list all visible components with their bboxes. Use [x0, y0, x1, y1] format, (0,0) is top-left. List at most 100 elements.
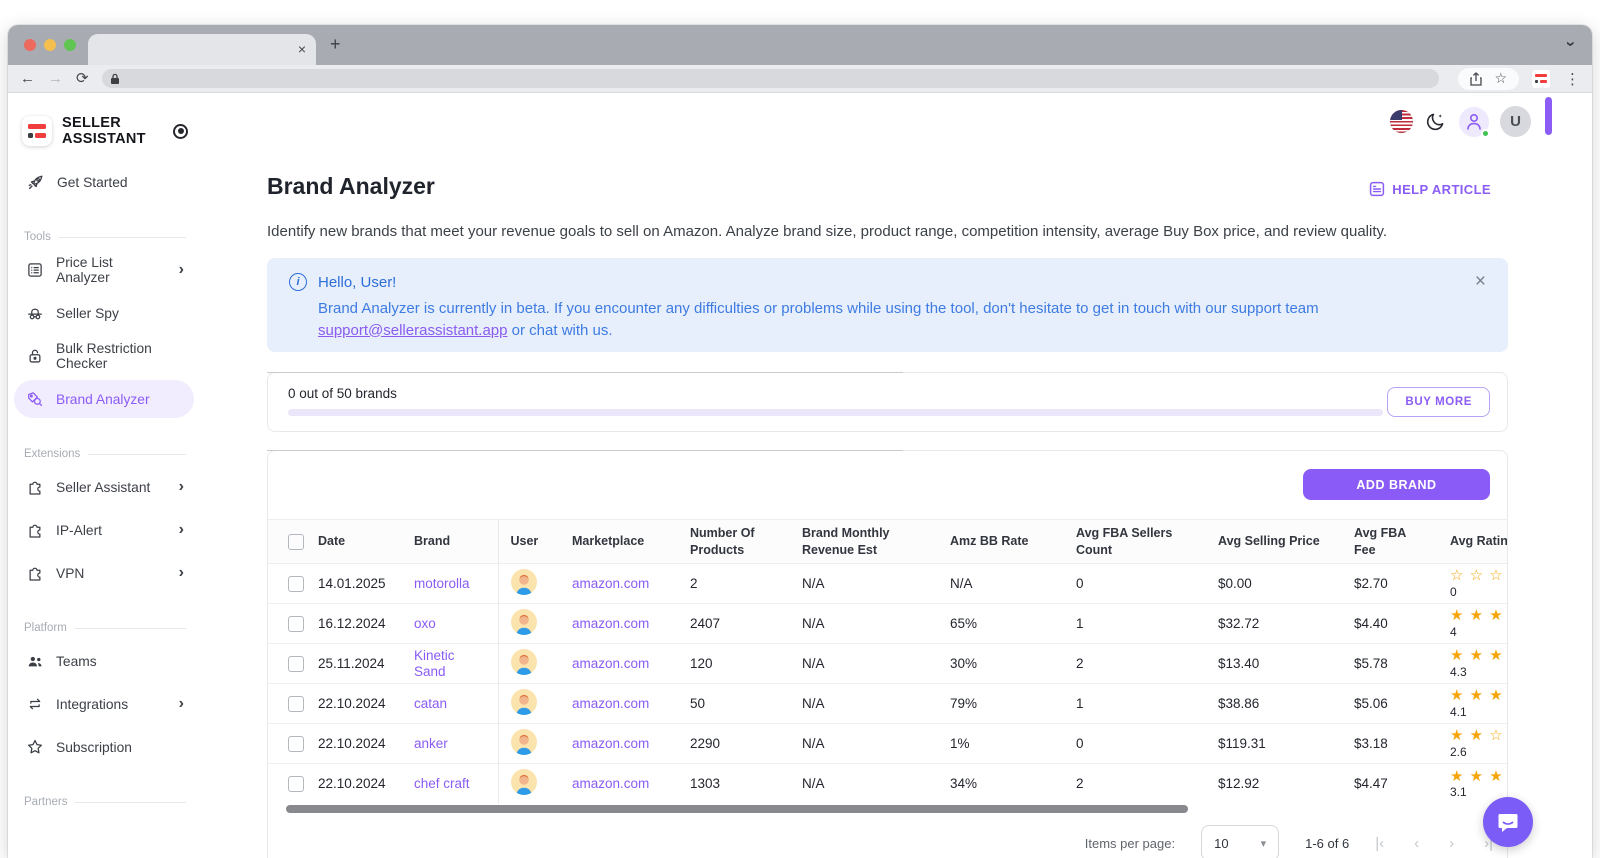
brands-quota-card: 0 out of 50 brands BUY MORE [267, 372, 1508, 432]
address-bar[interactable] [102, 69, 1440, 88]
tab-close-icon[interactable]: × [298, 40, 306, 58]
banner-close-icon[interactable]: × [1475, 272, 1486, 291]
sidebar-section-extensions: Extensions [24, 448, 186, 460]
column-header-avg-price[interactable]: Avg Selling Price [1206, 520, 1342, 564]
column-header-brand[interactable]: Brand [402, 520, 498, 564]
puzzle-icon [26, 521, 44, 539]
app-logo[interactable]: SELLERASSISTANT [22, 115, 188, 147]
sidebar-item-bulk-restriction-checker[interactable]: Bulk Restriction Checker [14, 337, 194, 375]
sidebar-item-label: Get Started [57, 175, 128, 190]
horizontal-scrollbar-thumb[interactable] [286, 805, 1188, 813]
column-header-bb-rate[interactable]: Amz BB Rate [938, 520, 1064, 564]
sidebar-item-price-list-analyzer[interactable]: Price List Analyzer › [14, 251, 194, 289]
browser-menu-icon[interactable]: ⋮ [1565, 70, 1580, 88]
maximize-window-button[interactable] [64, 39, 76, 51]
minimize-window-button[interactable] [44, 39, 56, 51]
row-checkbox[interactable] [288, 776, 304, 792]
cell-revenue: N/A [790, 764, 938, 804]
sidebar-item-get-started[interactable]: Get Started [14, 163, 194, 201]
brand-link[interactable]: motorolla [414, 576, 470, 591]
horizontal-scrollbar[interactable]: ◂ [270, 804, 1505, 814]
items-per-page-select[interactable]: 10 ▾ [1201, 825, 1279, 858]
column-header-products[interactable]: Number Of Products [678, 520, 790, 564]
buy-more-button[interactable]: BUY MORE [1387, 387, 1490, 417]
close-window-button[interactable] [24, 39, 36, 51]
support-email-link[interactable]: support@sellerassistant.app [318, 322, 508, 339]
tab-search-chevron-icon[interactable]: › [1561, 41, 1581, 47]
row-checkbox[interactable] [288, 616, 304, 632]
column-header-avg-rating[interactable]: Avg Rating [1438, 520, 1508, 564]
marketplace-link[interactable]: amazon.com [572, 616, 649, 631]
cell-bb-rate: 34% [938, 764, 1064, 804]
share-icon[interactable] [1470, 72, 1482, 86]
cell-bb-rate: 65% [938, 604, 1064, 644]
sidebar-item-seller-assistant-extension[interactable]: Seller Assistant › [14, 468, 194, 506]
add-brand-button[interactable]: ADD BRAND [1303, 469, 1490, 500]
language-us-flag-icon[interactable] [1390, 110, 1413, 133]
sidebar-item-brand-analyzer[interactable]: Brand Analyzer [14, 380, 194, 418]
marketplace-link[interactable]: amazon.com [572, 736, 649, 751]
column-header-revenue[interactable]: Brand Monthly Revenue Est [790, 520, 938, 564]
cell-avg-rating: ★ ★ ☆ 2.6 [1438, 724, 1508, 764]
sidebar-item-seller-spy[interactable]: Seller Spy [14, 294, 194, 332]
browser-tab[interactable]: × [88, 34, 316, 65]
sidebar-collapse-toggle-icon[interactable] [173, 124, 188, 139]
sidebar-item-integrations[interactable]: Integrations › [14, 685, 194, 723]
cell-date: 22.10.2024 [306, 684, 402, 724]
sidebar-item-vpn[interactable]: VPN › [14, 554, 194, 592]
marketplace-link[interactable]: amazon.com [572, 696, 649, 711]
select-all-checkbox[interactable] [288, 534, 304, 550]
column-header-marketplace[interactable]: Marketplace [560, 520, 678, 564]
marketplace-link[interactable]: amazon.com [572, 776, 649, 791]
reload-icon[interactable]: ⟳ [76, 71, 89, 86]
vertical-scrollbar-thumb[interactable] [1545, 97, 1552, 135]
brand-link[interactable]: oxo [414, 616, 436, 631]
marketplace-link[interactable]: amazon.com [572, 576, 649, 591]
sidebar-item-label: Seller Spy [56, 306, 119, 321]
brand-link[interactable]: chef craft [414, 776, 470, 791]
help-article-link[interactable]: HELP ARTICLE [1369, 181, 1491, 197]
cell-avg-rating: ★ ★ ★ 4 [1438, 604, 1508, 644]
cell-avg-fee: $3.18 [1342, 724, 1438, 764]
cell-avg-price: $32.72 [1206, 604, 1342, 644]
sidebar-item-label: IP-Alert [56, 523, 102, 538]
sidebar-item-ip-alert[interactable]: IP-Alert › [14, 511, 194, 549]
row-checkbox[interactable] [288, 656, 304, 672]
cell-fba-sellers: 2 [1064, 764, 1206, 804]
sidebar-item-teams[interactable]: Teams [14, 642, 194, 680]
table-row: 16.12.2024 oxo amazon.com 2407 N/A 65% 1… [268, 604, 1508, 644]
row-checkbox[interactable] [288, 736, 304, 752]
cell-fba-sellers: 1 [1064, 684, 1206, 724]
first-page-button[interactable]: |‹ [1375, 836, 1384, 851]
forward-icon[interactable]: → [48, 71, 63, 86]
sidebar-item-subscription[interactable]: Subscription [14, 728, 194, 766]
star-rating-icons: ★ ★ ★ [1450, 647, 1508, 664]
previous-page-button[interactable]: ‹ [1414, 836, 1419, 851]
column-header-avg-fee[interactable]: Avg FBA Fee [1342, 520, 1438, 564]
brands-table-card: ADD BRAND Date Brand User Marketplace Nu… [267, 450, 1508, 858]
sidebar-section-tools: Tools [24, 231, 186, 243]
column-header-date[interactable]: Date [306, 520, 402, 564]
next-page-button[interactable]: › [1449, 836, 1454, 851]
column-header-user[interactable]: User [498, 520, 560, 564]
dark-mode-moon-icon[interactable] [1424, 110, 1448, 134]
sidebar-item-label: Seller Assistant [56, 480, 150, 495]
account-status-icon[interactable] [1459, 107, 1489, 137]
brand-link[interactable]: anker [414, 736, 448, 751]
brand-link[interactable]: catan [414, 696, 447, 711]
user-avatar[interactable]: U [1500, 106, 1531, 137]
row-checkbox[interactable] [288, 696, 304, 712]
table-row: 22.10.2024 anker amazon.com 2290 N/A 1% … [268, 724, 1508, 764]
lock-icon [110, 73, 120, 85]
new-tab-button[interactable]: + [330, 34, 341, 54]
seller-assistant-extension-icon[interactable] [1532, 70, 1550, 88]
marketplace-link[interactable]: amazon.com [572, 656, 649, 671]
chat-widget-button[interactable] [1483, 797, 1533, 847]
column-header-fba-sellers[interactable]: Avg FBA Sellers Count [1064, 520, 1206, 564]
page-title: Brand Analyzer [267, 173, 435, 200]
row-checkbox[interactable] [288, 576, 304, 592]
brand-link[interactable]: Kinetic Sand [414, 648, 455, 679]
back-icon[interactable]: ← [20, 71, 35, 86]
bookmark-star-icon[interactable]: ☆ [1494, 70, 1507, 87]
cell-revenue: N/A [790, 604, 938, 644]
